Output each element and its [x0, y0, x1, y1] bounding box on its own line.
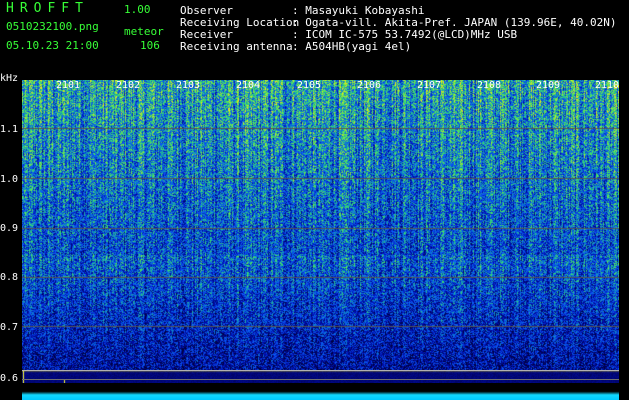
x-tick-label: 2106 — [357, 80, 382, 91]
y-tick-label: 0.7 — [0, 322, 19, 333]
x-tick-label: 2109 — [536, 80, 561, 91]
x-tick-label: 2101 — [56, 80, 81, 91]
reference-line-lower — [22, 379, 619, 380]
meteor-label: meteor — [124, 25, 164, 38]
spectrogram — [22, 80, 619, 398]
antenna-label: Receiving antenna — [180, 40, 293, 53]
x-tick-label: 2107 — [417, 80, 442, 91]
antenna-value: : A504HB(yagi 4el) — [292, 40, 412, 53]
x-tick-label: 2105 — [297, 80, 322, 91]
app-name: HROFFT — [6, 1, 89, 16]
filename: 0510232100.png — [6, 20, 99, 33]
y-tick-label: 1.1 — [0, 124, 19, 135]
x-tick-label: 2110 — [595, 80, 620, 91]
y-axis-unit: kHz — [0, 73, 19, 84]
x-tick-label: 2102 — [116, 80, 141, 91]
y-tick-label: 0.8 — [0, 272, 19, 283]
datetime: 05.10.23 21:00 — [6, 39, 99, 52]
y-tick-label: 1.0 — [0, 174, 19, 185]
y-tick-label: 0.9 — [0, 223, 19, 234]
reference-line — [22, 370, 619, 371]
x-tick-label: 2103 — [176, 80, 201, 91]
y-tick-label: 0.6 — [0, 373, 19, 384]
x-tick-label: 2104 — [236, 80, 261, 91]
app-version: 1.00 — [124, 3, 151, 16]
meteor-count: 106 — [140, 39, 160, 52]
power-strip — [22, 383, 619, 400]
x-tick-label: 2108 — [477, 80, 502, 91]
